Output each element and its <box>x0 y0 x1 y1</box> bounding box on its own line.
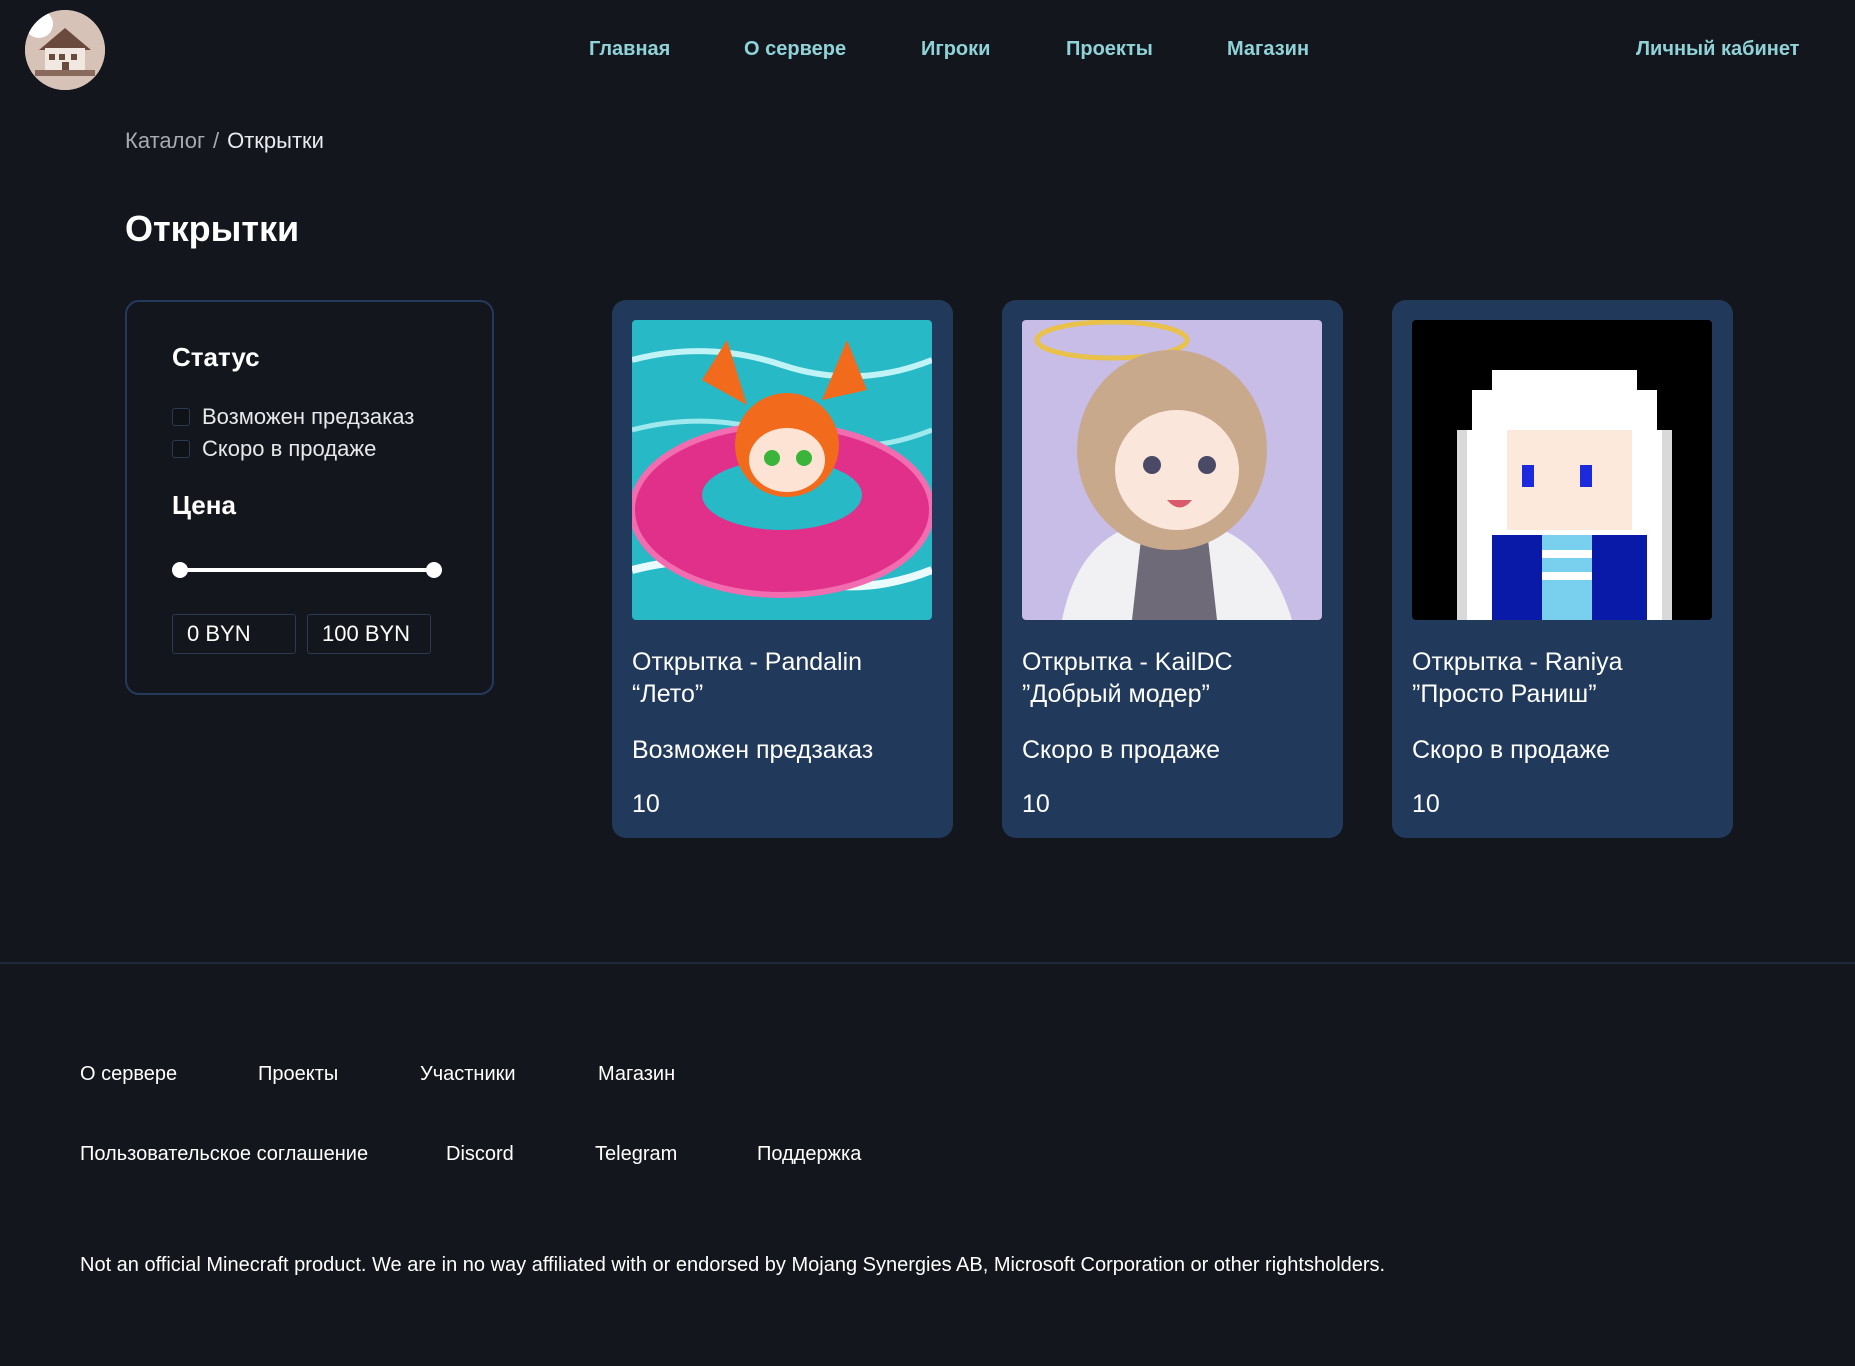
footer-link-user-agreement[interactable]: Пользовательское соглашение <box>80 1143 368 1166</box>
price-max-input[interactable]: 100 BYN <box>307 614 431 654</box>
product-image <box>1022 320 1322 620</box>
product-title: Открытка - Raniya ”Просто Раниш” <box>1412 646 1712 710</box>
slider-max-handle[interactable] <box>426 562 442 578</box>
product-status: Возможен предзаказ <box>632 736 874 764</box>
product-title: Открытка - Pandalin “Лето” <box>632 646 932 710</box>
nav-shop[interactable]: Магазин <box>1227 38 1309 61</box>
product-status: Скоро в продаже <box>1022 736 1221 764</box>
footer-link-about[interactable]: О сервере <box>80 1063 177 1086</box>
preorder-label: Возможен предзаказ <box>202 404 415 429</box>
page-title: Открытки <box>125 208 300 249</box>
product-title-line2: ”Добрый модер” <box>1022 680 1210 708</box>
nav-account[interactable]: Личный кабинет <box>1636 38 1799 61</box>
product-title-line2: “Лето” <box>632 680 704 708</box>
product-title-line1: Открытка - KailDC <box>1022 648 1233 676</box>
breadcrumb-current: Открытки <box>227 128 324 153</box>
product-card[interactable]: Открытка - Pandalin “Лето” Возможен пред… <box>612 300 953 838</box>
price-range-slider[interactable] <box>172 560 442 580</box>
price-heading: Цена <box>172 490 236 520</box>
product-title-line2: ”Просто Раниш” <box>1412 680 1597 708</box>
preorder-checkbox[interactable] <box>172 408 190 426</box>
nav-players[interactable]: Игроки <box>921 38 990 61</box>
breadcrumb: Каталог / Открытки <box>125 128 324 154</box>
product-image <box>1412 320 1712 620</box>
slider-track <box>179 568 435 572</box>
site-logo[interactable] <box>25 10 105 90</box>
product-image <box>632 320 932 620</box>
product-price: 10 <box>1022 790 1050 818</box>
product-price: 10 <box>632 790 660 818</box>
slider-min-handle[interactable] <box>172 562 188 578</box>
product-title: Открытка - KailDC ”Добрый модер” <box>1022 646 1322 710</box>
filter-coming-soon[interactable]: Скоро в продаже <box>172 436 376 462</box>
site-header: Главная О сервере Игроки Проекты Магазин… <box>0 0 1855 100</box>
footer-link-discord[interactable]: Discord <box>446 1143 514 1166</box>
nav-about-server[interactable]: О сервере <box>744 38 846 61</box>
coming-soon-checkbox[interactable] <box>172 440 190 458</box>
footer-link-members[interactable]: Участники <box>420 1063 516 1086</box>
footer-link-telegram[interactable]: Telegram <box>595 1143 677 1166</box>
product-title-line1: Открытка - Raniya <box>1412 648 1623 676</box>
footer-disclaimer: Not an official Minecraft product. We ar… <box>80 1254 1386 1276</box>
product-card[interactable]: Открытка - Raniya ”Просто Раниш” Скоро в… <box>1392 300 1733 838</box>
product-status: Скоро в продаже <box>1412 736 1611 764</box>
footer-divider <box>0 962 1855 964</box>
product-price: 10 <box>1412 790 1440 818</box>
status-heading: Статус <box>172 342 260 372</box>
product-card[interactable]: Открытка - KailDC ”Добрый модер” Скоро в… <box>1002 300 1343 838</box>
footer-link-support[interactable]: Поддержка <box>757 1143 861 1166</box>
filter-panel: Статус Возможен предзаказ Скоро в продаж… <box>125 300 494 695</box>
breadcrumb-catalog[interactable]: Каталог <box>125 128 205 153</box>
breadcrumb-separator: / <box>212 128 220 153</box>
footer-link-shop[interactable]: Магазин <box>598 1063 675 1086</box>
filter-preorder[interactable]: Возможен предзаказ <box>172 404 414 430</box>
nav-home[interactable]: Главная <box>589 38 670 61</box>
footer-link-projects[interactable]: Проекты <box>258 1063 338 1086</box>
coming-soon-label: Скоро в продаже <box>202 436 377 461</box>
nav-projects[interactable]: Проекты <box>1066 38 1153 61</box>
price-min-input[interactable]: 0 BYN <box>172 614 296 654</box>
product-title-line1: Открытка - Pandalin <box>632 648 863 676</box>
